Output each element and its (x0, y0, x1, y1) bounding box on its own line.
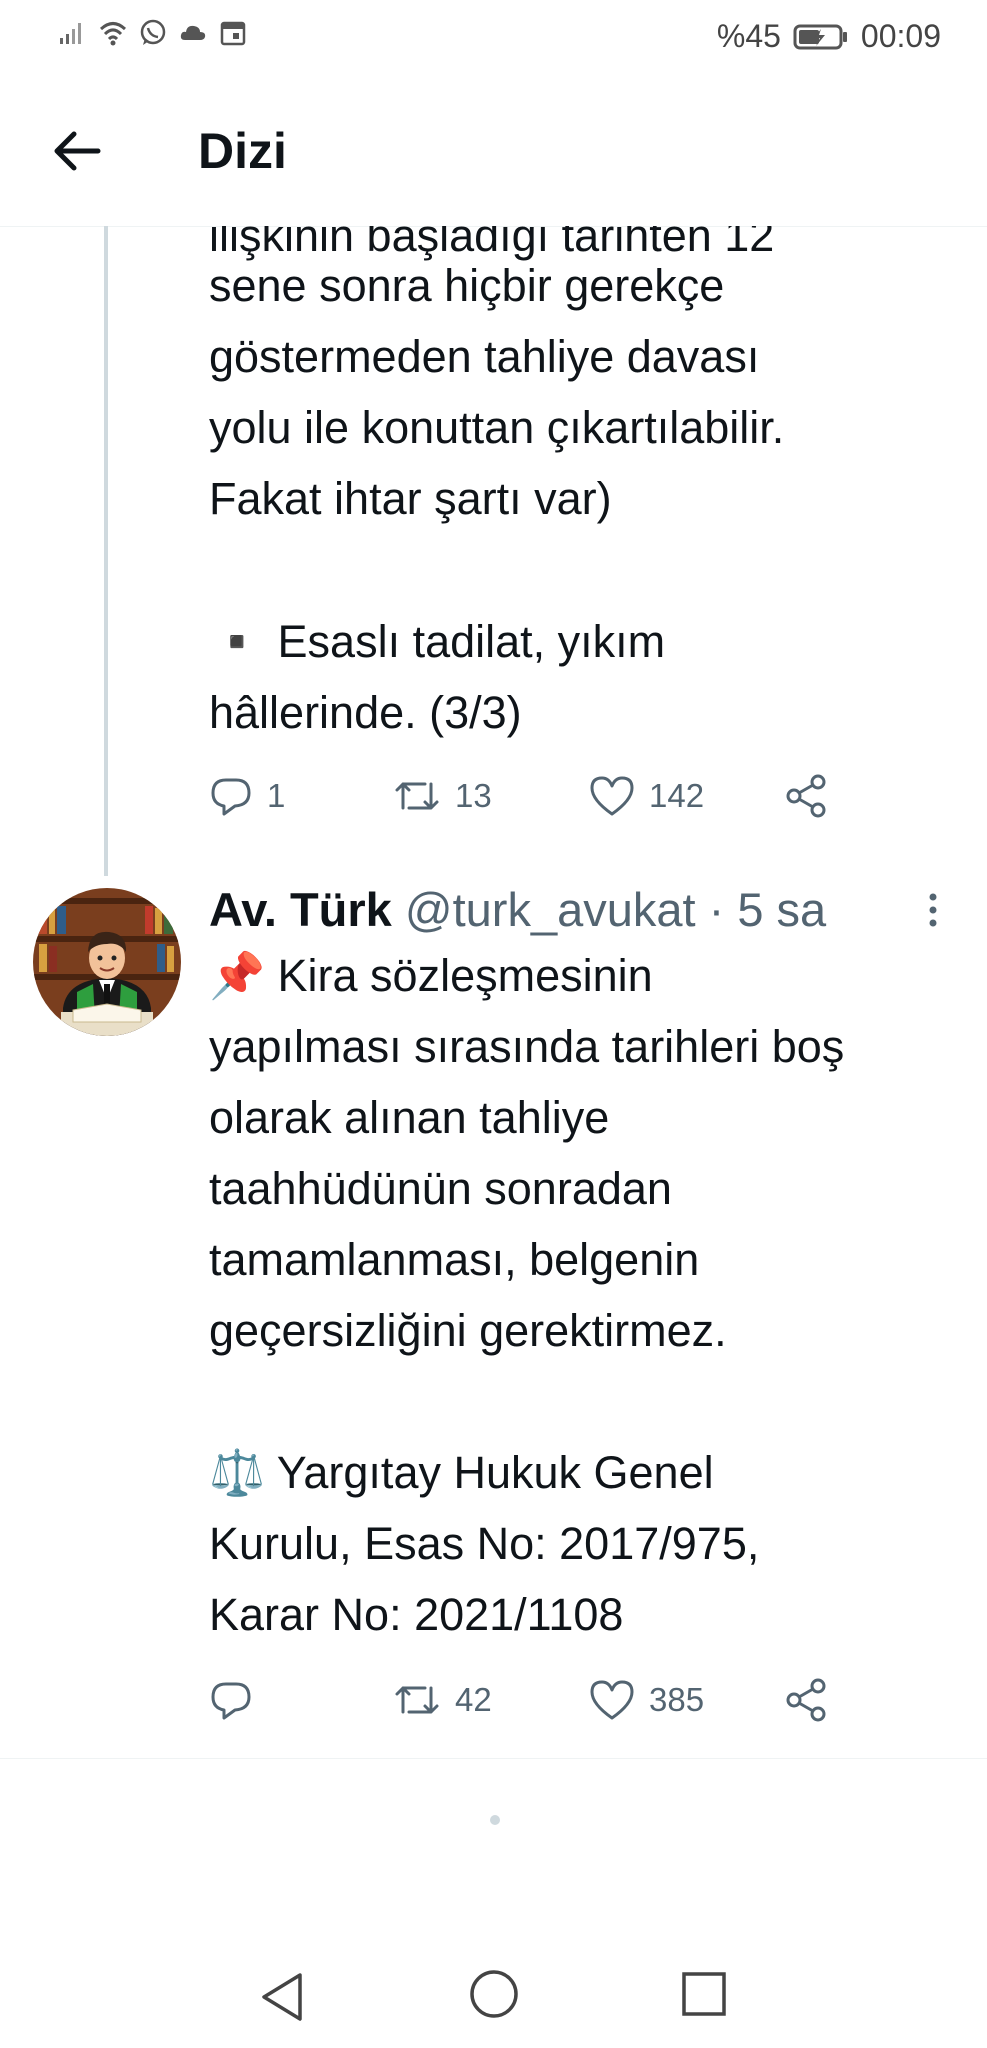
like-count: 142 (649, 777, 705, 814)
status-icons-right: %45 00:09 (717, 18, 941, 55)
status-bar: %45 00:09 (0, 0, 987, 76)
reply-button[interactable] (209, 1678, 393, 1722)
like-count: 385 (649, 1681, 705, 1718)
like-button[interactable]: 142 (589, 774, 784, 818)
tweet-timestamp: · 5 sa (695, 883, 827, 936)
tweet-text: sene sonra hiçbir gerekçe göstermeden ta… (209, 260, 785, 524)
retweet-icon (395, 1686, 439, 1714)
calendar-icon (220, 21, 246, 46)
tweet-text-bullet: ▪️ Esaslı tadilat, yıkım hâllerinde. (3/… (209, 616, 666, 738)
retweet-count: 42 (455, 1681, 492, 1718)
wifi-icon (99, 22, 127, 46)
like-button[interactable]: 385 (589, 1678, 784, 1722)
retweet-button[interactable]: 42 (393, 1678, 589, 1722)
reply-icon (211, 1682, 251, 1720)
share-icon (786, 1678, 826, 1722)
reply-icon (211, 778, 251, 816)
share-icon (786, 774, 826, 818)
app-header: Dizi (0, 76, 987, 227)
status-icons-left (58, 18, 248, 48)
reply-count: 1 (267, 777, 286, 814)
tweet-actions: 1 13 142 (209, 774, 830, 818)
thread-connector-line (104, 226, 108, 876)
divider (0, 1758, 987, 1759)
page-title: Dizi (198, 123, 287, 179)
tweet-text: 📌 Kira sözleşmesinin yapılması sırasında… (209, 950, 845, 1640)
tweet-actions: 42 385 (209, 1678, 830, 1722)
retweet-button[interactable]: 13 (393, 774, 589, 818)
loading-dot (490, 1815, 500, 1825)
more-options-icon[interactable] (918, 890, 948, 930)
battery-percent: %45 (716, 18, 781, 54)
author-name[interactable]: Av. Türk (209, 883, 392, 936)
share-button[interactable] (784, 774, 830, 818)
author-handle[interactable]: @turk_avukat (405, 883, 696, 936)
reply-button[interactable]: 1 (209, 774, 393, 818)
tweet-author-row: Av. Türk @turk_avukat · 5 sa (209, 880, 826, 940)
cloud-icon (180, 25, 206, 40)
nav-recents-icon[interactable] (680, 1970, 728, 2018)
heart-icon (590, 1680, 634, 1720)
nav-back-icon[interactable] (258, 1970, 308, 2024)
system-nav-bar (0, 1940, 987, 2048)
signal-icon (60, 23, 81, 44)
back-arrow-icon[interactable] (50, 124, 104, 178)
whatsapp-icon (140, 19, 166, 45)
battery-icon (793, 24, 847, 49)
retweet-count: 13 (455, 777, 492, 814)
nav-home-icon[interactable] (468, 1968, 520, 2020)
share-button[interactable] (784, 1678, 830, 1722)
avatar-lawyer-illustration (33, 888, 181, 1036)
retweet-icon (395, 782, 439, 810)
avatar[interactable] (33, 888, 181, 1036)
heart-icon (590, 776, 634, 816)
clock: 00:09 (860, 18, 941, 54)
